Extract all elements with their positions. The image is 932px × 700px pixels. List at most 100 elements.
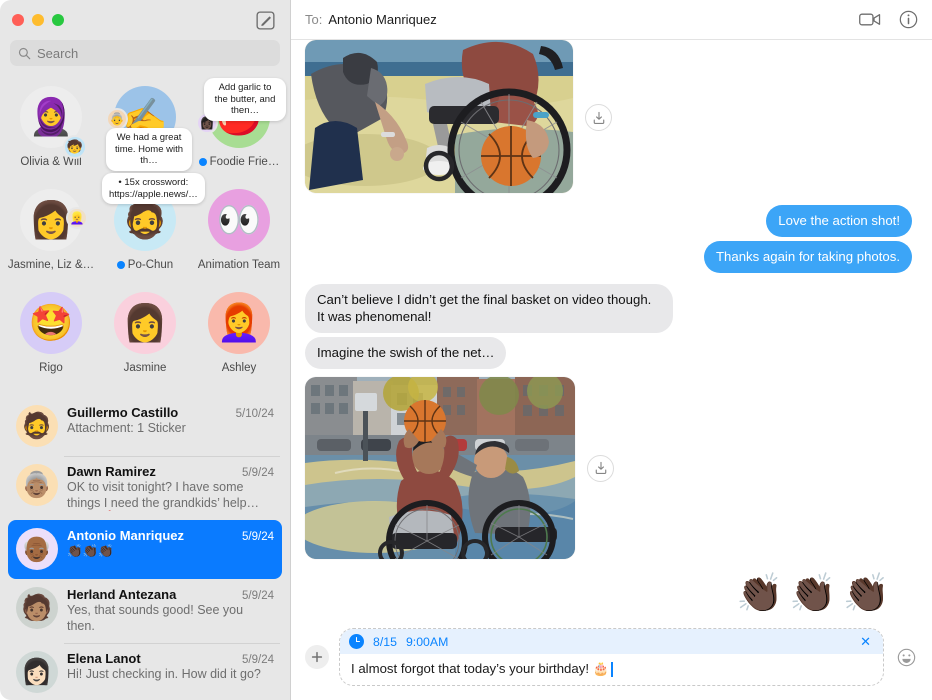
clap-sticker[interactable]: 👏🏿 bbox=[789, 575, 836, 613]
pinned-conversation[interactable]: 👩 Jasmine bbox=[98, 288, 192, 391]
conversation-list-item[interactable]: 👴🏾 Antonio Manriquez 5/9/24 👏🏿👏🏿👏🏿 bbox=[8, 520, 282, 579]
conversation-body: Guillermo Castillo 5/10/24 Attachment: 1 S… bbox=[67, 405, 274, 447]
send-later-banner[interactable]: 8/15 9:00AM ✕ bbox=[340, 629, 883, 654]
avatar: 🤩 bbox=[20, 292, 82, 354]
message-row: Love the action shot! bbox=[305, 205, 912, 237]
video-camera-icon[interactable] bbox=[859, 12, 881, 27]
pinned-conversation[interactable]: 👩 👱‍♀️ Jasmine, Liz &… bbox=[4, 185, 98, 288]
pinned-name-text: Jasmine, Liz &… bbox=[7, 259, 95, 271]
photo-attachment[interactable] bbox=[305, 377, 575, 559]
sidebar-titlebar bbox=[0, 0, 290, 40]
message-preview-bubble: • 15x crossword: https://apple.news/… bbox=[102, 173, 205, 204]
pinned-conversation-label: Jasmine, Liz &… bbox=[8, 259, 94, 271]
plus-icon[interactable] bbox=[305, 645, 329, 669]
download-icon[interactable] bbox=[587, 454, 614, 482]
message-bubble-incoming[interactable]: Imagine the swish of the net… bbox=[305, 337, 507, 369]
conversation-list-item[interactable]: 👩🏻 Elena Lanot 5/9/24 Hi! Just checking in.… bbox=[8, 643, 282, 700]
sticker-attachment-row[interactable]: 👏🏿 👏🏿 👏🏿 bbox=[305, 575, 912, 613]
conversation-name: Herland Antezana bbox=[67, 587, 177, 602]
conversation-top-row: Herland Antezana 5/9/24 bbox=[67, 587, 274, 602]
search-container: Search bbox=[0, 40, 290, 76]
close-icon[interactable]: ✕ bbox=[858, 635, 873, 648]
message-preview-bubble: Add garlic to the butter, and then… bbox=[204, 78, 286, 121]
header-actions bbox=[859, 10, 918, 29]
conversation-list-item[interactable]: 🧑🏽 Herland Antezana 5/9/24 Yes, that sounds… bbox=[8, 579, 282, 643]
pinned-conversation[interactable]: 🧔 • 15x crossword: https://apple.news/… Po… bbox=[98, 173, 205, 288]
conversation-body: Herland Antezana 5/9/24 Yes, that sounds g… bbox=[67, 587, 274, 634]
pinned-conversation[interactable]: 🍅👩🏿Add garlic to the butter, and then…Fo… bbox=[192, 78, 286, 185]
conversation-header: To: Antonio Manriquez bbox=[291, 0, 932, 40]
text-caret bbox=[611, 661, 613, 677]
message-bubble-outgoing[interactable]: Love the action shot! bbox=[766, 205, 912, 237]
message-bubble-incoming[interactable]: Can’t believe I didn’t get the final bas… bbox=[305, 284, 673, 333]
conversation-name: Elena Lanot bbox=[67, 651, 141, 666]
info-icon[interactable] bbox=[899, 10, 918, 29]
conversation-top-row: Dawn Ramirez 5/9/24 bbox=[67, 464, 274, 479]
message-row: Thanks again for taking photos. bbox=[305, 241, 918, 273]
message-composer: 8/15 9:00AM ✕ I almost forgot that today… bbox=[291, 618, 932, 700]
message-row bbox=[305, 377, 912, 559]
pinned-conversation-label: Ashley bbox=[222, 362, 257, 374]
pinned-conversation[interactable]: 👩‍🦰 Ashley bbox=[192, 288, 286, 391]
conversation-list-item[interactable]: 🧔 Guillermo Castillo 5/10/24 Attachment: 1 … bbox=[8, 397, 282, 456]
conversation-date: 5/9/24 bbox=[242, 467, 274, 479]
download-icon[interactable] bbox=[585, 104, 612, 131]
pinned-name-text: Po-Chun bbox=[127, 259, 174, 271]
secondary-avatar: 👵 bbox=[106, 108, 128, 130]
emoji-icon[interactable] bbox=[894, 645, 918, 669]
avatar: 👩‍🦰 bbox=[208, 292, 270, 354]
search-input[interactable]: Search bbox=[10, 40, 280, 66]
conversation-top-row: Antonio Manriquez 5/9/24 bbox=[67, 528, 274, 543]
conversation-date: 5/10/24 bbox=[235, 408, 274, 420]
scheduled-date[interactable]: 8/15 bbox=[373, 635, 397, 649]
avatar: 👩 bbox=[114, 292, 176, 354]
pinned-conversation[interactable]: 👀 Animation Team bbox=[192, 185, 286, 288]
pinned-conversation[interactable]: ✍️👵We had a great time. Home with th…Pen… bbox=[98, 82, 192, 185]
pinned-conversation-label: Rigo bbox=[39, 362, 63, 374]
pinned-conversation-label: Po-Chun bbox=[116, 259, 174, 271]
pinned-conversations: 🧕 🧒 Olivia & Will ✍️ 👵 We had a great time. H… bbox=[0, 76, 290, 395]
conversation-body: Antonio Manriquez 5/9/24 👏🏿👏🏿👏🏿 bbox=[67, 528, 274, 570]
pinned-conversation-label: Animation Team bbox=[198, 259, 280, 271]
scheduled-time[interactable]: 9:00AM bbox=[406, 635, 448, 649]
message-input-area[interactable]: 8/15 9:00AM ✕ I almost forgot that today… bbox=[339, 628, 884, 686]
pinned-conversation-label: Foodie Frie… bbox=[198, 156, 280, 168]
minimize-window-button[interactable] bbox=[32, 14, 44, 26]
conversation-snippet: Attachment: 1 Sticker bbox=[67, 421, 186, 435]
clap-sticker[interactable]: 👏🏿 bbox=[843, 575, 890, 613]
conversation-body: Dawn Ramirez 5/9/24 OK to visit tonight? I… bbox=[67, 464, 274, 511]
compose-icon[interactable] bbox=[252, 7, 278, 33]
zoom-window-button[interactable] bbox=[52, 14, 64, 26]
pinned-conversation[interactable]: 🧕 🧒 Olivia & Will bbox=[4, 82, 98, 185]
secondary-avatar: 👱‍♀️ bbox=[66, 207, 88, 229]
pinned-name-text: Rigo bbox=[39, 362, 63, 374]
pinned-conversation-label: Jasmine bbox=[124, 362, 167, 374]
unread-indicator bbox=[116, 261, 125, 269]
close-window-button[interactable] bbox=[12, 14, 24, 26]
conversation-snippet: Yes, that sounds good! See you then. bbox=[67, 603, 244, 633]
conversation-body: Elena Lanot 5/9/24 Hi! Just checking in. H… bbox=[67, 651, 274, 693]
avatar: 👵🏽 bbox=[16, 464, 58, 506]
message-row bbox=[305, 40, 912, 193]
pinned-name-text: Ashley bbox=[221, 362, 257, 374]
pinned-name-text: Foodie Frie… bbox=[209, 156, 280, 168]
photo-attachment[interactable] bbox=[305, 40, 573, 193]
pinned-conversation[interactable]: 🤩 Rigo bbox=[4, 288, 98, 391]
messages-window: Search 🧕 🧒 Olivia & Will ✍️ 👵 We had a great … bbox=[0, 0, 932, 700]
clap-sticker[interactable]: 👏🏿 bbox=[736, 575, 783, 613]
conversation-name: Dawn Ramirez bbox=[67, 464, 156, 479]
sidebar: Search 🧕 🧒 Olivia & Will ✍️ 👵 We had a great … bbox=[0, 0, 291, 700]
message-input[interactable]: I almost forgot that today’s your birthd… bbox=[340, 654, 883, 685]
pinned-name-text: Animation Team bbox=[197, 259, 281, 271]
conversation-top-row: Guillermo Castillo 5/10/24 bbox=[67, 405, 274, 420]
recipient-name[interactable]: Antonio Manriquez bbox=[328, 12, 436, 27]
message-bubble-outgoing[interactable]: Thanks again for taking photos. bbox=[703, 241, 918, 273]
conversation-name: Guillermo Castillo bbox=[67, 405, 179, 420]
conversation-list-item[interactable]: 👵🏽 Dawn Ramirez 5/9/24 OK to visit tonight?… bbox=[8, 456, 282, 520]
avatar: 👴🏾 bbox=[16, 528, 58, 570]
message-row: Can’t believe I didn’t get the final bas… bbox=[305, 284, 912, 333]
avatar: 🧔 bbox=[16, 405, 58, 447]
avatar: 👀 bbox=[208, 189, 270, 251]
window-controls bbox=[12, 14, 64, 26]
conversation-pane: To: Antonio Manriquez Love the action sh… bbox=[291, 0, 932, 700]
